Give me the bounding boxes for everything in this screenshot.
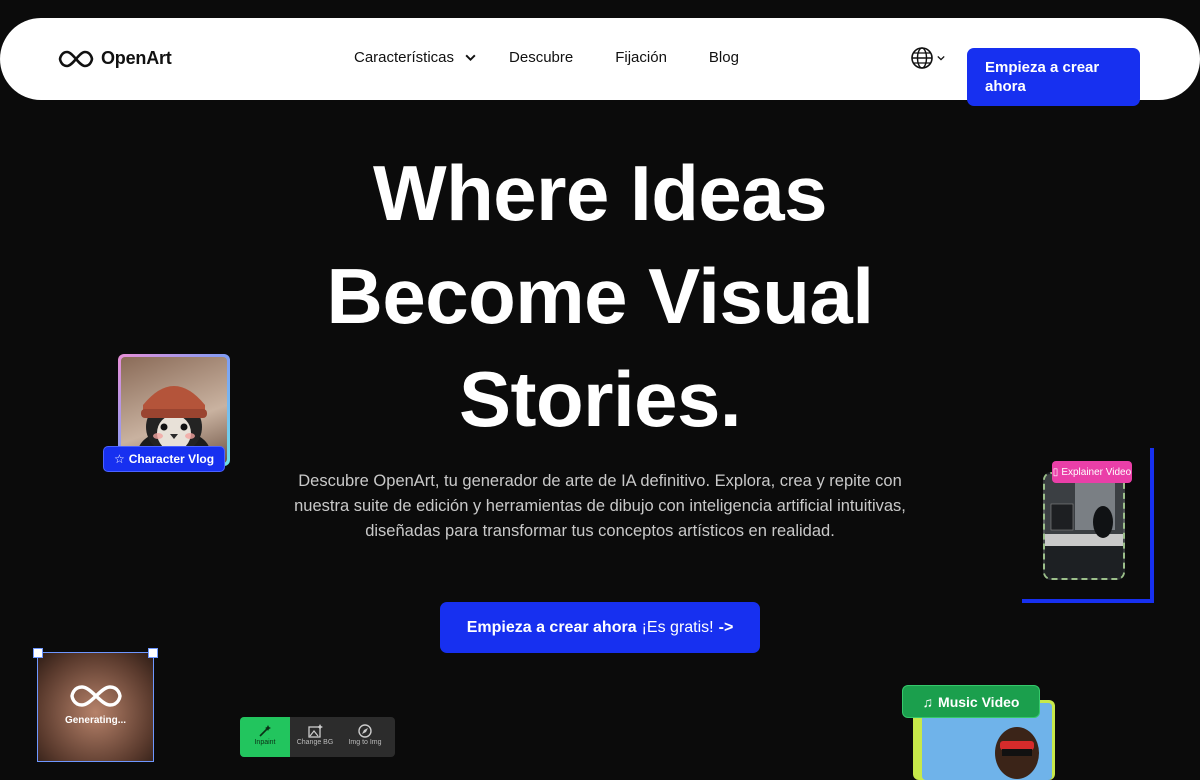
character-vlog-label: Character Vlog xyxy=(128,452,215,466)
cta-free-label: ¡Es gratis! xyxy=(641,618,714,636)
inpaint-tool[interactable]: Inpaint xyxy=(240,717,290,757)
nav-item-blog[interactable]: Blog xyxy=(709,49,739,66)
compass-icon xyxy=(358,724,372,738)
img-to-img-tool[interactable]: Img to Img xyxy=(340,717,390,757)
hero-title-line: Where Ideas xyxy=(372,149,828,237)
start-creating-button[interactable]: Empieza a crear ahora xyxy=(967,48,1140,106)
explainer-image xyxy=(1045,474,1123,578)
inpaint-label: Inpaint xyxy=(254,739,276,746)
chevron-down-icon xyxy=(937,55,945,61)
brand-logo[interactable]: OpenArt xyxy=(58,48,172,69)
nav-item-label: Características xyxy=(354,49,455,66)
change-bg-tool[interactable]: Change BG xyxy=(290,717,340,757)
infinity-logo-icon xyxy=(58,50,94,67)
nav-item-caracteristicas[interactable]: Características xyxy=(354,49,477,66)
brand-name: OpenArt xyxy=(101,48,172,68)
explainer-video-badge: ▯ Explainer Video xyxy=(1052,461,1132,483)
hero-title-line: Stories. xyxy=(458,355,742,443)
star-icon: ☆ xyxy=(113,452,125,466)
edit-toolbar: Inpaint Change BG Img to Img xyxy=(240,717,395,757)
hero-subtitle: Descubre OpenArt, tu generador de arte d… xyxy=(294,472,906,540)
img-to-img-label: Img to Img xyxy=(348,739,382,746)
hero-title: Where Ideas Become Visual Stories. xyxy=(200,142,1000,451)
video-icon: ▯ xyxy=(1052,466,1059,478)
character-vlog-badge: ☆ Character Vlog xyxy=(104,447,224,471)
explainer-video-label: Explainer Video xyxy=(1061,466,1132,478)
image-sparkle-icon xyxy=(308,724,323,738)
explainer-video-card xyxy=(1043,472,1125,580)
generating-card[interactable]: Generating... xyxy=(33,648,158,762)
hero-title-line: Become Visual xyxy=(326,252,874,340)
nav-menu: Características Descubre Fijación Blog xyxy=(354,49,739,66)
infinity-loader-icon xyxy=(70,685,122,707)
resize-handle[interactable] xyxy=(148,648,158,658)
arrow-right-icon: -> xyxy=(718,618,734,636)
change-bg-label: Change BG xyxy=(296,739,334,746)
nav-item-descubre[interactable]: Descubre xyxy=(509,49,573,66)
chevron-down-icon xyxy=(464,51,477,64)
resize-handle[interactable] xyxy=(33,648,43,658)
start-creating-free-button[interactable]: Empieza a crear ahora ¡Es gratis! -> xyxy=(440,602,760,653)
music-note-icon: ♫ xyxy=(922,693,934,710)
cta-main-label: Empieza a crear ahora xyxy=(466,618,637,636)
nav-item-fijacion[interactable]: Fijación xyxy=(615,49,667,66)
music-video-badge: ♫ Music Video xyxy=(903,686,1039,717)
generating-label: Generating... xyxy=(64,715,127,726)
magic-wand-icon xyxy=(259,725,271,737)
top-navbar: OpenArt Características Descubre Fijació… xyxy=(0,18,1200,106)
language-selector[interactable] xyxy=(910,46,945,70)
globe-icon xyxy=(911,47,933,69)
music-video-label: Music Video xyxy=(938,693,1020,710)
